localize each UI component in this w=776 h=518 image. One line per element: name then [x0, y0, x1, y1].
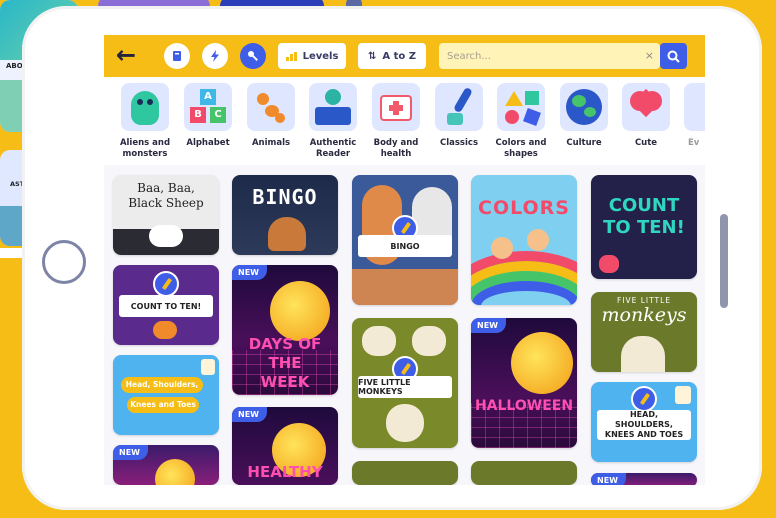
tile-bingo[interactable]: BINGO: [232, 175, 338, 255]
tile-colors[interactable]: COLORS: [471, 175, 577, 305]
tile-title: HALLOWEEN: [474, 398, 574, 414]
new-badge: NEW: [113, 445, 148, 460]
quill-icon: [435, 83, 483, 131]
category-culture[interactable]: Culture: [556, 83, 612, 149]
tile-title: BINGO: [252, 185, 318, 209]
new-badge: NEW: [232, 407, 267, 422]
category-label: Authentic Reader: [309, 138, 357, 159]
levels-button[interactable]: Levels: [278, 43, 346, 69]
book-icon: [173, 51, 181, 61]
new-badge: NEW: [471, 318, 506, 333]
tile-bingo-song[interactable]: BINGO: [352, 175, 458, 305]
app-screen: ← Levels ⇅ A to Z Search... × Aliens and…: [104, 35, 705, 485]
alien-icon: [121, 83, 169, 131]
globe-icon: [560, 83, 608, 131]
lightning-icon: [211, 50, 219, 62]
activities-filter-button[interactable]: [202, 43, 228, 69]
partial-icon: [684, 83, 705, 131]
tile-banner: HEAD, SHOULDERS, KNEES AND TOES: [597, 410, 691, 440]
category-colors-and-shapes[interactable]: Colors and shapes: [493, 83, 549, 160]
category-label: Classics: [439, 138, 479, 148]
reader-icon: [309, 83, 357, 131]
tile-banner: BINGO: [358, 235, 452, 257]
sort-label: A to Z: [382, 50, 416, 62]
books-filter-button[interactable]: [164, 43, 190, 69]
tablet-home-button[interactable]: [42, 240, 86, 284]
microphone-icon: [248, 51, 258, 61]
category-label: Alphabet: [186, 138, 230, 148]
tile-title: Baa, Baa, Black Sheep: [128, 181, 204, 210]
new-badge: NEW: [591, 473, 626, 485]
category-body-and-health[interactable]: Body and health: [368, 83, 424, 160]
shapes-icon: [497, 83, 545, 131]
tile-partial-3[interactable]: [352, 461, 458, 485]
tile-count-to-ten[interactable]: COUNT TO TEN!: [591, 175, 697, 279]
category-label: Animals: [251, 138, 291, 148]
heart-icon: [622, 83, 670, 131]
tile-title-line-1: Head, Shoulders,: [121, 377, 203, 393]
tile-title: COLORS: [478, 197, 570, 219]
levels-bars-icon: [285, 51, 297, 61]
tile-new-partial-1[interactable]: NEW: [113, 445, 219, 485]
tile-title: HEALTHY: [247, 463, 323, 481]
microphone-badge-icon: [153, 271, 179, 297]
tile-head-shoulders-song[interactable]: Head, Shoulders, Knees and Toes: [113, 355, 219, 435]
tile-title-line-2: Knees and Toes: [127, 397, 199, 413]
songs-filter-button[interactable]: [240, 43, 266, 69]
tile-new-partial-5[interactable]: NEW: [591, 473, 697, 485]
search-icon: [667, 50, 680, 63]
search-button[interactable]: [660, 43, 687, 69]
tile-healthy[interactable]: NEW HEALTHY: [232, 407, 338, 485]
category-label: Culture: [566, 138, 602, 148]
tile-days-of-the-week[interactable]: NEW DAYS OF THE WEEK: [232, 265, 338, 395]
tile-count-to-ten-song[interactable]: COUNT TO TEN!: [113, 265, 219, 345]
levels-label: Levels: [302, 50, 339, 62]
search-input[interactable]: Search... ×: [439, 43, 660, 69]
category-aliens-and-monsters[interactable]: Aliens and monsters: [117, 83, 173, 160]
tile-halloween[interactable]: NEW HALLOWEEN: [471, 318, 577, 448]
search-placeholder: Search...: [447, 50, 491, 62]
tablet-side-button[interactable]: [720, 214, 728, 308]
microphone-badge-icon: [631, 386, 657, 412]
tile-five-little-monkeys[interactable]: FIVE LITTLE monkeys: [591, 292, 697, 372]
tile-title: DAYS OF THE WEEK: [248, 335, 322, 391]
category-authentic-reader[interactable]: Authentic Reader: [305, 83, 361, 160]
category-cute[interactable]: Cute: [618, 83, 674, 149]
tile-head-shoulders[interactable]: HEAD, SHOULDERS, KNEES AND TOES: [591, 382, 697, 462]
paw-icon: [247, 83, 295, 131]
tile-baa-baa-black-sheep[interactable]: Baa, Baa, Black Sheep: [113, 175, 219, 255]
back-arrow-icon[interactable]: ←: [116, 41, 136, 69]
category-row: Aliens and monsters A B C Alphabet Anima…: [104, 77, 705, 165]
category-label: Cute: [634, 138, 658, 148]
category-classics[interactable]: Classics: [431, 83, 487, 149]
category-label: Body and health: [373, 138, 419, 159]
new-badge: NEW: [232, 265, 267, 280]
category-partial[interactable]: Ev: [680, 83, 705, 149]
category-label: Colors and shapes: [495, 138, 547, 159]
sort-button[interactable]: ⇅ A to Z: [358, 43, 426, 69]
tile-title: monkeys: [601, 304, 687, 326]
clear-search-icon[interactable]: ×: [645, 49, 654, 62]
category-animals[interactable]: Animals: [243, 83, 299, 149]
tile-banner: FIVE LITTLE MONKEYS: [358, 376, 452, 398]
tile-partial-4[interactable]: [471, 461, 577, 485]
sort-arrows-icon: ⇅: [368, 50, 377, 62]
category-alphabet[interactable]: A B C Alphabet: [180, 83, 236, 149]
tile-banner: COUNT TO TEN!: [119, 295, 213, 317]
category-label: Ev: [688, 138, 700, 148]
tile-five-little-monkeys-song[interactable]: FIVE LITTLE MONKEYS: [352, 318, 458, 448]
tile-title: COUNT TO TEN!: [603, 195, 685, 238]
medical-kit-icon: [372, 83, 420, 131]
top-toolbar: ← Levels ⇅ A to Z Search... ×: [104, 35, 705, 77]
category-label: Aliens and monsters: [119, 138, 171, 159]
abc-blocks-icon: A B C: [184, 83, 232, 131]
